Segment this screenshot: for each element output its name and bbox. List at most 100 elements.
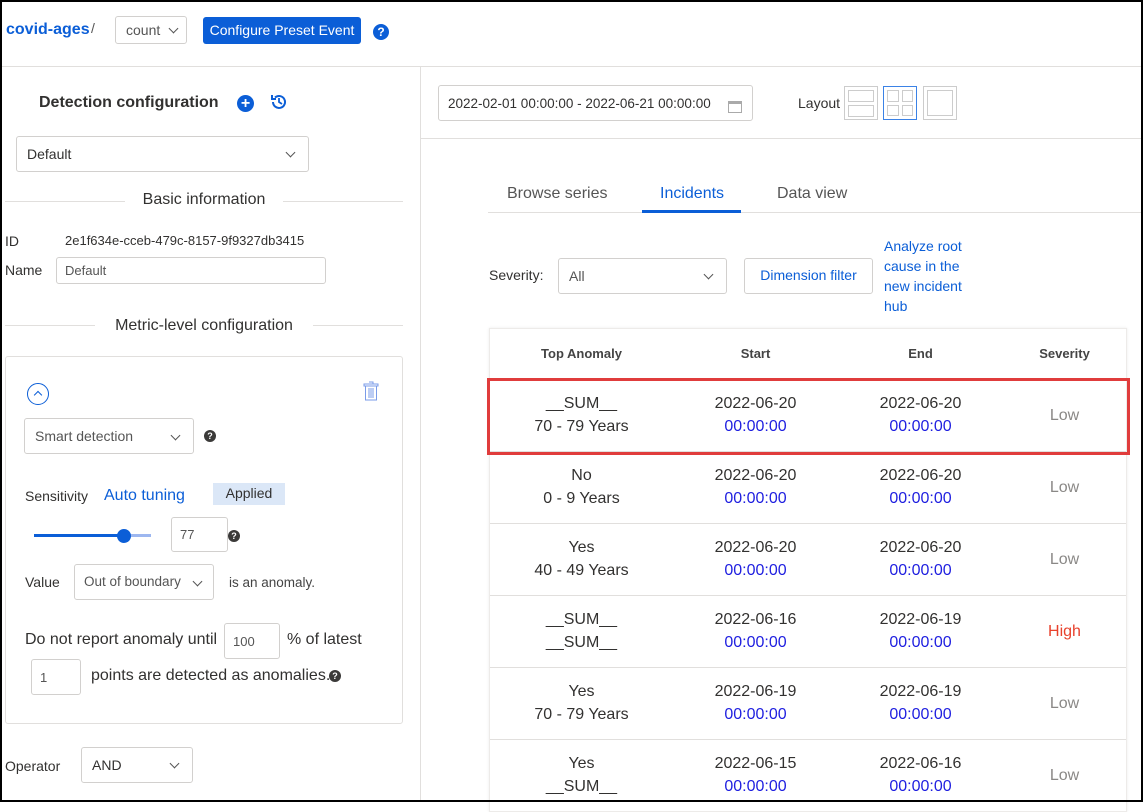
value-condition-select[interactable]: Out of boundary <box>74 564 214 600</box>
start-cell: 2022-06-19 00:00:00 <box>673 666 838 739</box>
divider <box>5 325 95 326</box>
detection-method-value: Smart detection <box>35 428 134 444</box>
end-date: 2022-06-20 <box>879 539 962 556</box>
column-header[interactable]: Start <box>673 329 838 379</box>
dimension-2: 40 - 49 Years <box>534 562 629 579</box>
dimension-2: __SUM__ <box>545 634 618 651</box>
table-row[interactable]: Yes 40 - 49 Years 2022-06-20 00:00:00 2022… <box>490 522 1126 595</box>
sensitivity-slider[interactable] <box>34 528 151 544</box>
end-time: 00:00:00 <box>889 634 952 651</box>
start-cell: 2022-06-20 00:00:00 <box>673 450 838 523</box>
report-percent-value: 100 <box>233 634 255 649</box>
column-header[interactable]: End <box>838 329 1003 379</box>
help-icon[interactable]: ? <box>329 670 341 682</box>
end-time: 00:00:00 <box>889 490 952 507</box>
date-range-picker[interactable]: 2022-02-01 00:00:00 - 2022-06-21 00:00:0… <box>438 85 753 121</box>
start-cell: 2022-06-20 00:00:00 <box>673 522 838 595</box>
metric-name-link[interactable]: covid-ages <box>6 21 90 39</box>
start-date: 2022-06-15 <box>714 755 797 773</box>
top-anomaly-cell: __SUM__ __SUM__ <box>490 594 673 667</box>
dimension-1: No <box>571 467 592 484</box>
active-tab-indicator <box>642 210 741 213</box>
severity-cell: Low <box>1003 738 1126 811</box>
configure-preset-event-button[interactable]: Configure Preset Event <box>203 17 361 44</box>
value-label: Value <box>25 574 60 590</box>
tab-browse-series[interactable]: Browse series <box>507 185 607 203</box>
operator-label: Operator <box>5 758 61 774</box>
dimension-2: 70 - 79 Years <box>534 706 629 723</box>
measure-value: count <box>126 22 161 38</box>
top-anomaly-cell: Yes 40 - 49 Years <box>490 522 673 595</box>
table-header: Top Anomaly Start End Severity <box>490 329 1126 379</box>
column-header[interactable]: Severity <box>1003 329 1126 379</box>
help-icon[interactable]: ? <box>373 24 389 40</box>
detection-config-panel: Detection configuration + Default Basic … <box>0 67 421 802</box>
start-date: 2022-06-20 <box>714 539 797 556</box>
slider-thumb[interactable] <box>117 529 132 543</box>
operator-select[interactable]: AND <box>81 747 193 783</box>
dimension-1: Yes <box>568 755 595 773</box>
name-input[interactable]: Default <box>56 257 326 284</box>
column-header[interactable]: Top Anomaly <box>490 329 673 379</box>
table-row[interactable]: Yes __SUM__ 2022-06-15 00:00:00 2022-06-16… <box>490 738 1126 811</box>
start-time: 00:00:00 <box>724 562 787 579</box>
end-time: 00:00:00 <box>889 778 952 796</box>
dimension-filter-button[interactable]: Dimension filter <box>744 258 873 294</box>
layout-grid-button[interactable] <box>883 86 917 120</box>
sensitivity-input[interactable]: 77 <box>171 517 228 552</box>
start-time: 00:00:00 <box>724 706 787 723</box>
collapse-icon[interactable] <box>27 383 49 405</box>
delete-icon[interactable] <box>363 381 379 406</box>
report-percent-input[interactable]: 100 <box>224 623 280 659</box>
end-time: 00:00:00 <box>889 706 952 723</box>
id-label: ID <box>5 233 19 249</box>
auto-tuning-link[interactable]: Auto tuning <box>104 487 185 505</box>
end-date: 2022-06-16 <box>879 755 962 773</box>
tab-incidents[interactable]: Incidents <box>660 185 724 203</box>
start-date: 2022-06-20 <box>714 467 797 484</box>
start-cell: 2022-06-16 00:00:00 <box>673 594 838 667</box>
sensitivity-input-value: 77 <box>180 527 195 542</box>
dimension-2: 0 - 9 Years <box>543 490 620 507</box>
report-text: points are detected as anomalies. <box>91 667 331 684</box>
start-date: 2022-06-16 <box>714 611 797 628</box>
end-date: 2022-06-19 <box>879 611 962 628</box>
layout-rows-button[interactable] <box>844 86 878 120</box>
end-date: 2022-06-19 <box>879 683 962 700</box>
divider <box>5 201 125 202</box>
anomaly-text: is an anomaly. <box>229 575 316 590</box>
table-row[interactable]: __SUM__ __SUM__ 2022-06-16 00:00:00 2022-0… <box>490 594 1126 667</box>
tabs-underline <box>488 212 1143 213</box>
start-time: 00:00:00 <box>724 490 787 507</box>
add-icon[interactable]: + <box>237 95 254 112</box>
config-select[interactable]: Default <box>16 136 309 172</box>
divider <box>313 325 403 326</box>
start-date: 2022-06-19 <box>714 683 797 700</box>
top-anomaly-cell: Yes 70 - 79 Years <box>490 666 673 739</box>
report-text: % of latest <box>287 631 362 648</box>
panel-title: Detection configuration <box>39 94 219 111</box>
end-time: 00:00:00 <box>889 562 952 579</box>
end-cell: 2022-06-16 00:00:00 <box>838 738 1003 811</box>
severity-cell: High <box>1003 594 1126 667</box>
report-points-input[interactable]: 1 <box>31 659 81 695</box>
analyze-root-cause-link[interactable]: Analyze root cause in the new incident h… <box>884 236 966 316</box>
dimension-2: __SUM__ <box>545 778 618 796</box>
severity-select[interactable]: All <box>558 258 727 294</box>
severity-cell: Low <box>1003 522 1126 595</box>
table-row[interactable]: Yes 70 - 79 Years 2022-06-19 00:00:00 2022… <box>490 666 1126 739</box>
name-input-value: Default <box>65 263 107 278</box>
basic-info-heading: Basic information <box>142 191 266 208</box>
table-row[interactable]: No 0 - 9 Years 2022-06-20 00:00:00 2022-06… <box>490 450 1126 523</box>
name-label: Name <box>5 262 43 278</box>
severity-cell: Low <box>1003 450 1126 523</box>
history-icon[interactable] <box>270 93 288 111</box>
help-icon[interactable]: ? <box>228 530 240 542</box>
detection-method-select[interactable]: Smart detection <box>24 418 194 454</box>
layout-single-button[interactable] <box>923 86 957 120</box>
measure-select[interactable]: count <box>115 16 187 44</box>
help-icon[interactable]: ? <box>204 430 216 442</box>
chevron-down-icon <box>285 147 296 158</box>
tab-data-view[interactable]: Data view <box>777 185 847 203</box>
end-cell: 2022-06-20 00:00:00 <box>838 450 1003 523</box>
